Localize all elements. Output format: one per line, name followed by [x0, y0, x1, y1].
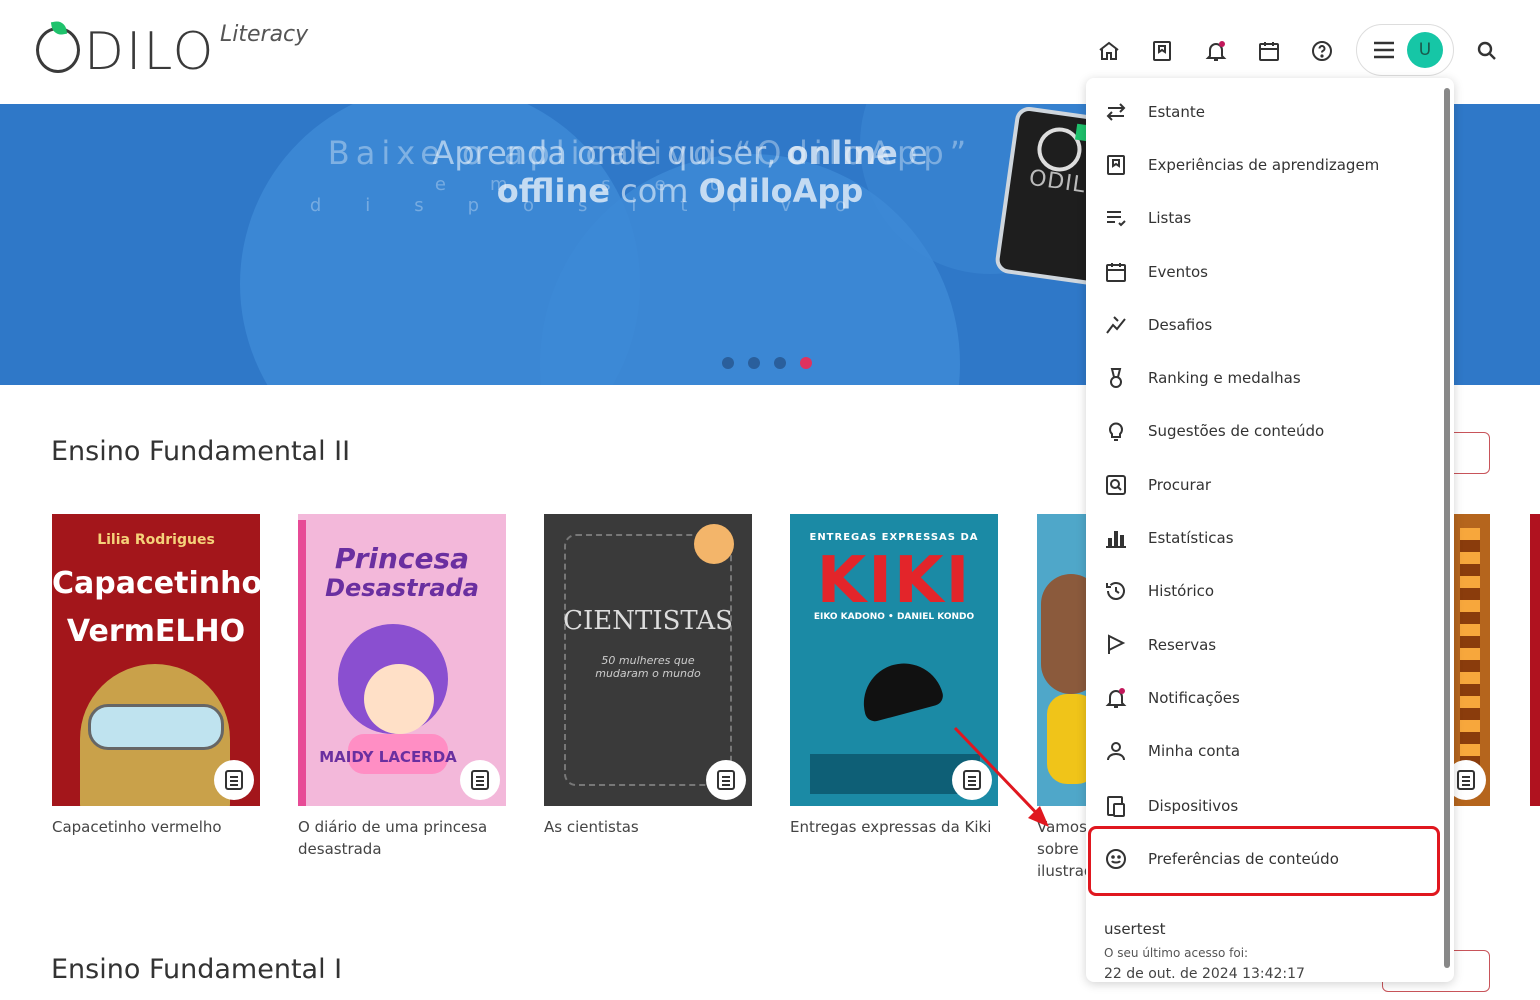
- challenge-icon: [1106, 316, 1126, 334]
- home-icon[interactable]: [1094, 36, 1124, 66]
- carousel-dot-active[interactable]: [800, 357, 812, 369]
- menu-item-estatisticas[interactable]: Estatísticas: [1104, 518, 1424, 558]
- user-icon: [1107, 742, 1125, 761]
- user-info: usertest O seu último acesso foi: 22 de …: [1104, 920, 1305, 982]
- logo-subtitle: Literacy: [220, 22, 309, 47]
- flag-icon: [1108, 634, 1126, 654]
- menu-item-notificacoes[interactable]: Notificações: [1104, 678, 1424, 718]
- carousel-dot[interactable]: [774, 357, 786, 369]
- highlight-box: [1088, 826, 1440, 896]
- username: usertest: [1104, 920, 1166, 938]
- menu-item-experiencias[interactable]: Experiências de aprendizagem: [1104, 145, 1424, 185]
- calendar-icon: [1106, 263, 1126, 282]
- book-cover-partial[interactable]: [1446, 514, 1490, 806]
- medal-icon: [1110, 368, 1122, 388]
- book-card[interactable]: CIENTISTAS 50 mulheres que mudaram o mun…: [544, 514, 752, 838]
- bookmark-icon[interactable]: [1147, 36, 1177, 66]
- list-icon: [1107, 211, 1126, 227]
- menu-item-minha-conta[interactable]: Minha conta: [1104, 731, 1424, 771]
- menu-item-procurar[interactable]: Procurar: [1104, 465, 1424, 505]
- user-menu-toggle[interactable]: U: [1356, 24, 1454, 76]
- devices-icon: [1107, 796, 1125, 817]
- last-access-label: O seu último acesso foi:: [1104, 946, 1249, 960]
- book-title[interactable]: O diário de uma princesa desastrada: [298, 816, 506, 860]
- swap-icon: [1106, 103, 1126, 121]
- history-icon: [1106, 582, 1125, 600]
- ebook-icon: [460, 760, 500, 800]
- book-cover[interactable]: Lilia Rodrigues Capacetinho VermELHO: [52, 514, 260, 806]
- logo-text: DILO: [84, 22, 216, 82]
- avatar: U: [1407, 32, 1443, 68]
- book-title[interactable]: Entregas expressas da Kiki: [790, 816, 998, 838]
- ebook-icon: [952, 760, 992, 800]
- menu-item-desafios[interactable]: Desafios: [1104, 305, 1424, 345]
- section-title: Ensino Fundamental I: [51, 954, 343, 985]
- book-card[interactable]: ENTREGAS EXPRESSAS DA KIKI EIKO KADONO •…: [790, 514, 998, 838]
- notifications-icon[interactable]: [1201, 36, 1231, 66]
- calendar-icon[interactable]: [1254, 36, 1284, 66]
- carousel-dots: [722, 354, 826, 373]
- book-cover-partial[interactable]: [1530, 514, 1540, 806]
- logo-o-icon: [36, 19, 80, 73]
- menu-item-estante[interactable]: Estante: [1104, 92, 1424, 132]
- menu-item-sugestoes[interactable]: Sugestões de conteúdo: [1104, 411, 1424, 451]
- banner-headline: Aprenda onde quiser, online e offline co…: [432, 134, 928, 210]
- book-card[interactable]: Lilia Rodrigues Capacetinho VermELHO Cap…: [52, 514, 260, 838]
- bell-icon: [1105, 688, 1127, 708]
- menu-item-dispositivos[interactable]: Dispositivos: [1104, 786, 1424, 826]
- search-icon: [1106, 475, 1126, 495]
- menu-item-ranking[interactable]: Ranking e medalhas: [1104, 358, 1424, 398]
- menu-item-historico[interactable]: Histórico: [1104, 571, 1424, 611]
- menu-item-eventos[interactable]: Eventos: [1104, 252, 1424, 292]
- carousel-dot[interactable]: [748, 357, 760, 369]
- odilo-logo[interactable]: DILO Literacy: [36, 19, 326, 82]
- ebook-icon: [214, 760, 254, 800]
- menu-icon: [1374, 41, 1394, 59]
- book-cover[interactable]: Princesa Desastrada MAIDY LACERDA: [298, 514, 506, 806]
- book-title[interactable]: Capacetinho vermelho: [52, 816, 260, 838]
- help-icon[interactable]: [1307, 36, 1337, 66]
- book-card[interactable]: Princesa Desastrada MAIDY LACERDA O diár…: [298, 514, 506, 860]
- ebook-icon: [706, 760, 746, 800]
- menu-item-reservas[interactable]: Reservas: [1104, 625, 1424, 665]
- carousel-dot[interactable]: [722, 357, 734, 369]
- book-title[interactable]: As cientistas: [544, 816, 752, 838]
- phone-text: ODIL: [1027, 165, 1088, 199]
- section-title: Ensino Fundamental II: [51, 436, 351, 467]
- menu-item-listas[interactable]: Listas: [1104, 198, 1424, 238]
- last-access-date: 22 de out. de 2024 13:42:17: [1104, 966, 1305, 982]
- bulb-icon: [1109, 422, 1123, 441]
- book-cover[interactable]: CIENTISTAS 50 mulheres que mudaram o mun…: [544, 514, 752, 806]
- stats-icon: [1106, 531, 1126, 548]
- search-icon[interactable]: [1472, 36, 1502, 66]
- menu-scrollbar[interactable]: [1444, 88, 1450, 968]
- book-cover[interactable]: ENTREGAS EXPRESSAS DA KIKI EIKO KADONO •…: [790, 514, 998, 806]
- learning-icon: [1107, 155, 1125, 175]
